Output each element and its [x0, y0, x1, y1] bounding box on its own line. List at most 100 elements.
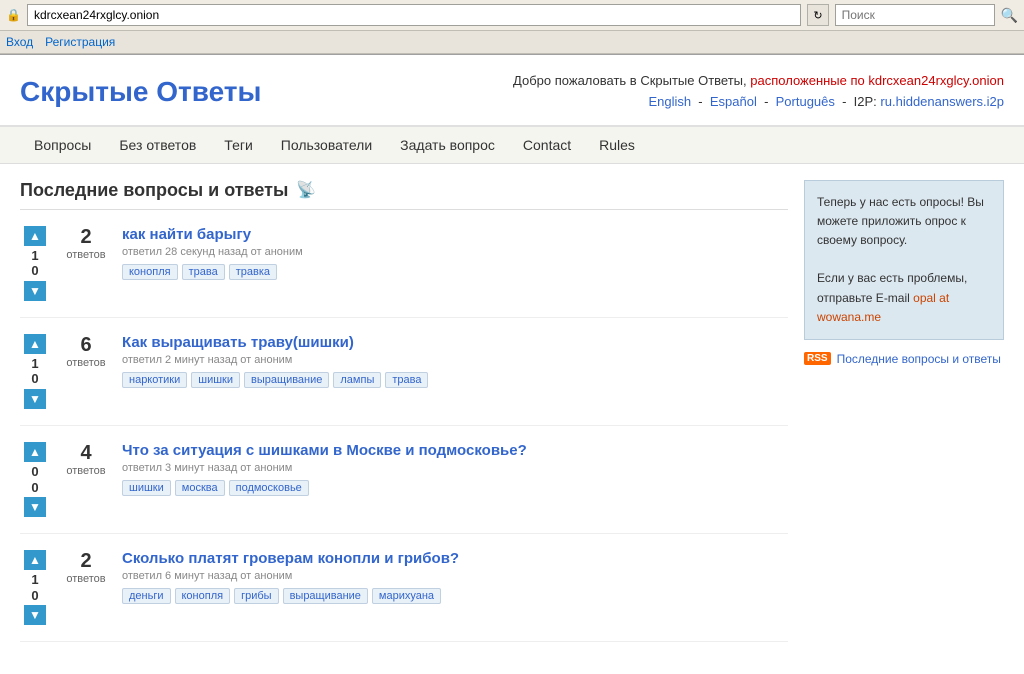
- site-header: Скрытые Ответы Добро пожаловать в Скрыты…: [0, 55, 1024, 127]
- tag[interactable]: марихуана: [372, 588, 441, 604]
- vote-up-button[interactable]: ▲: [24, 334, 46, 354]
- question-body: Как выращивать траву(шишки) ответил 2 ми…: [122, 334, 788, 388]
- tag[interactable]: деньги: [122, 588, 171, 604]
- vote-down-button[interactable]: ▼: [24, 497, 46, 517]
- question-title-link[interactable]: Что за ситуация с шишками в Москве и под…: [122, 442, 527, 459]
- question-tags: конопля трава травка: [122, 264, 788, 280]
- page-wrapper: Скрытые Ответы Добро пожаловать в Скрыты…: [0, 55, 1024, 674]
- rss-icon: 📡: [296, 180, 316, 200]
- vote-up-button[interactable]: ▲: [24, 442, 46, 462]
- tag[interactable]: выращивание: [244, 372, 329, 388]
- lang-links: English - Español - Português - I2P: ru.…: [281, 92, 1004, 113]
- tag[interactable]: выращивание: [283, 588, 368, 604]
- content-area: Последние вопросы и ответы 📡 ▲ 1 0 ▼ 2 о…: [0, 164, 1024, 674]
- question-meta: ответил 2 минут назад от аноним: [122, 354, 788, 366]
- question-tags: наркотики шишки выращивание лампы трава: [122, 372, 788, 388]
- vote-up-button[interactable]: ▲: [24, 550, 46, 570]
- tag[interactable]: лампы: [333, 372, 381, 388]
- address-input[interactable]: [27, 4, 801, 26]
- sidebar: Теперь у нас есть опросы! Вы можете прил…: [804, 180, 1004, 659]
- tagline-prefix: Добро пожаловать в Скрытые Ответы,: [513, 73, 747, 88]
- vote-box: ▲ 1 0 ▼: [20, 226, 50, 301]
- question-meta: ответил 6 минут назад от аноним: [122, 570, 788, 582]
- tag[interactable]: шишки: [191, 372, 240, 388]
- answer-count-box: 4 ответов: [60, 442, 112, 477]
- tag[interactable]: грибы: [234, 588, 278, 604]
- vote-up-count: 1: [31, 356, 38, 372]
- refresh-button[interactable]: ↻: [807, 4, 828, 26]
- browser-search-input[interactable]: [835, 4, 995, 26]
- question-body: Что за ситуация с шишками в Москве и под…: [122, 442, 788, 496]
- vote-down-count: 0: [31, 371, 38, 387]
- answer-count-box: 6 ответов: [60, 334, 112, 369]
- tag[interactable]: трава: [182, 264, 225, 280]
- sidebar-info-box: Теперь у нас есть опросы! Вы можете прил…: [804, 180, 1004, 340]
- answer-count-label: ответов: [60, 357, 112, 369]
- question-title-link[interactable]: как найти барыгу: [122, 226, 251, 243]
- answer-count-box: 2 ответов: [60, 550, 112, 585]
- vote-down-count: 0: [31, 480, 38, 496]
- lang-english-link[interactable]: English: [648, 94, 691, 109]
- vote-up-count: 1: [31, 248, 38, 264]
- nav-rules[interactable]: Rules: [585, 127, 649, 163]
- vote-down-count: 0: [31, 588, 38, 604]
- sidebar-rss-link[interactable]: RSS Последние вопросы и ответы: [804, 352, 1004, 366]
- lock-icon: 🔒: [6, 8, 21, 22]
- question-title-link[interactable]: Сколько платят гроверам конопли и грибов…: [122, 550, 459, 567]
- tag[interactable]: травка: [229, 264, 277, 280]
- site-logo: Скрытые Ответы: [20, 76, 261, 108]
- question-tags: деньги конопля грибы выращивание марихуа…: [122, 588, 788, 604]
- tag[interactable]: конопля: [175, 588, 231, 604]
- nav-ask[interactable]: Задать вопрос: [386, 127, 509, 163]
- toolbar-login-link[interactable]: Вход: [6, 35, 33, 49]
- question-meta: ответил 3 минут назад от аноним: [122, 462, 788, 474]
- tag[interactable]: трава: [385, 372, 428, 388]
- question-body: как найти барыгу ответил 28 секунд назад…: [122, 226, 788, 280]
- toolbar: Вход Регистрация: [0, 31, 1024, 54]
- tagline-link[interactable]: расположенные по kdrcxean24rxglcy.onion: [750, 73, 1004, 88]
- lang-espanol-link[interactable]: Español: [710, 94, 757, 109]
- question-item: ▲ 1 0 ▼ 2 ответов Сколько платят гровера…: [20, 550, 788, 642]
- answer-count: 4: [60, 442, 112, 465]
- page-title: Последние вопросы и ответы 📡: [20, 180, 788, 210]
- vote-down-count: 0: [31, 263, 38, 279]
- tag[interactable]: подмосковье: [229, 480, 309, 496]
- rss-badge-icon: RSS: [804, 352, 831, 365]
- nav-unanswered[interactable]: Без ответов: [105, 127, 210, 163]
- tag[interactable]: шишки: [122, 480, 171, 496]
- answer-count: 6: [60, 334, 112, 357]
- address-bar: 🔒 ↻ 🔍: [0, 0, 1024, 31]
- nav-tags[interactable]: Теги: [210, 127, 266, 163]
- question-item: ▲ 1 0 ▼ 6 ответов Как выращивать траву(ш…: [20, 334, 788, 426]
- lang-i2p-link[interactable]: ru.hiddenanswers.i2p: [880, 94, 1004, 109]
- question-tags: шишки москва подмосковье: [122, 480, 788, 496]
- answer-count-label: ответов: [60, 249, 112, 261]
- vote-box: ▲ 1 0 ▼: [20, 334, 50, 409]
- browser-chrome: 🔒 ↻ 🔍 Вход Регистрация: [0, 0, 1024, 55]
- tag[interactable]: конопля: [122, 264, 178, 280]
- sidebar-rss-label: Последние вопросы и ответы: [837, 352, 1001, 366]
- sidebar-problem-text: Если у вас есть проблемы, отправьте E-ma…: [817, 269, 991, 327]
- toolbar-register-link[interactable]: Регистрация: [45, 35, 115, 49]
- vote-up-count: 1: [31, 572, 38, 588]
- vote-down-button[interactable]: ▼: [24, 605, 46, 625]
- question-title-link[interactable]: Как выращивать траву(шишки): [122, 334, 354, 351]
- nav-users[interactable]: Пользователи: [267, 127, 386, 163]
- tag[interactable]: москва: [175, 480, 225, 496]
- answer-count: 2: [60, 550, 112, 573]
- tag[interactable]: наркотики: [122, 372, 187, 388]
- vote-down-button[interactable]: ▼: [24, 281, 46, 301]
- answer-count-label: ответов: [60, 465, 112, 477]
- vote-up-count: 0: [31, 464, 38, 480]
- vote-box: ▲ 1 0 ▼: [20, 550, 50, 625]
- nav-questions[interactable]: Вопросы: [20, 127, 105, 163]
- nav-contact[interactable]: Contact: [509, 127, 585, 163]
- question-body: Сколько платят гроверам конопли и грибов…: [122, 550, 788, 604]
- vote-up-button[interactable]: ▲: [24, 226, 46, 246]
- sidebar-polls-text: Теперь у нас есть опросы! Вы можете прил…: [817, 193, 991, 251]
- lang-portugues-link[interactable]: Português: [776, 94, 835, 109]
- main-content: Последние вопросы и ответы 📡 ▲ 1 0 ▼ 2 о…: [20, 180, 788, 659]
- lang-i2p-label: I2P:: [854, 94, 877, 109]
- vote-down-button[interactable]: ▼: [24, 389, 46, 409]
- question-item: ▲ 0 0 ▼ 4 ответов Что за ситуация с шишк…: [20, 442, 788, 534]
